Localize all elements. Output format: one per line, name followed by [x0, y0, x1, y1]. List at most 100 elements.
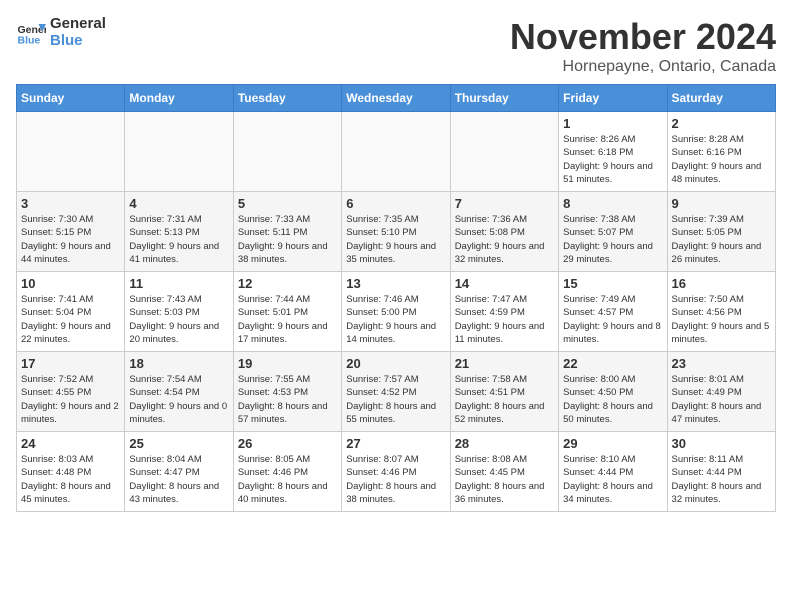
day-info: Sunrise: 7:33 AM Sunset: 5:11 PM Dayligh…	[238, 213, 337, 266]
calendar-cell: 3 Sunrise: 7:30 AM Sunset: 5:15 PM Daylig…	[17, 192, 125, 272]
calendar-cell: 23Sunrise: 8:01 AM Sunset: 4:49 PM Dayli…	[667, 352, 775, 432]
calendar-week-row: 3 Sunrise: 7:30 AM Sunset: 5:15 PM Daylig…	[17, 192, 776, 272]
location-title: Hornepayne, Ontario, Canada	[510, 58, 776, 76]
logo: General Blue General Blue	[16, 16, 106, 49]
weekday-header: Friday	[559, 85, 667, 112]
day-number: 14	[455, 276, 554, 291]
day-number: 22	[563, 356, 662, 371]
day-number: 29	[563, 436, 662, 451]
day-info: Sunrise: 7:44 AM Sunset: 5:01 PM Dayligh…	[238, 293, 337, 346]
calendar-week-row: 1 Sunrise: 8:26 AM Sunset: 6:18 PM Daylig…	[17, 112, 776, 192]
calendar-cell	[233, 112, 341, 192]
day-number: 1	[563, 116, 662, 131]
weekday-header: Tuesday	[233, 85, 341, 112]
day-info: Sunrise: 8:10 AM Sunset: 4:44 PM Dayligh…	[563, 453, 662, 506]
weekday-header: Sunday	[17, 85, 125, 112]
day-number: 27	[346, 436, 445, 451]
calendar-cell: 27 Sunrise: 8:07 AM Sunset: 4:46 PM Dayli…	[342, 432, 450, 512]
header: General Blue General Blue November 2024 …	[16, 16, 776, 76]
logo-line2: Blue	[50, 33, 106, 50]
calendar-cell: 7 Sunrise: 7:36 AM Sunset: 5:08 PM Daylig…	[450, 192, 558, 272]
weekday-header: Monday	[125, 85, 233, 112]
calendar-cell: 4 Sunrise: 7:31 AM Sunset: 5:13 PM Daylig…	[125, 192, 233, 272]
day-info: Sunrise: 7:38 AM Sunset: 5:07 PM Dayligh…	[563, 213, 662, 266]
calendar-body: 1 Sunrise: 8:26 AM Sunset: 6:18 PM Daylig…	[17, 112, 776, 512]
day-info: Sunrise: 8:03 AM Sunset: 4:48 PM Dayligh…	[21, 453, 120, 506]
day-number: 20	[346, 356, 445, 371]
day-number: 17	[21, 356, 120, 371]
day-info: Sunrise: 7:31 AM Sunset: 5:13 PM Dayligh…	[129, 213, 228, 266]
day-number: 23	[672, 356, 771, 371]
day-number: 10	[21, 276, 120, 291]
calendar-cell: 10 Sunrise: 7:41 AM Sunset: 5:04 PM Dayli…	[17, 272, 125, 352]
day-number: 13	[346, 276, 445, 291]
day-info: Sunrise: 8:26 AM Sunset: 6:18 PM Dayligh…	[563, 133, 662, 186]
calendar-week-row: 24 Sunrise: 8:03 AM Sunset: 4:48 PM Dayli…	[17, 432, 776, 512]
title-section: November 2024 Hornepayne, Ontario, Canad…	[510, 16, 776, 76]
calendar-cell: 30 Sunrise: 8:11 AM Sunset: 4:44 PM Dayli…	[667, 432, 775, 512]
day-info: Sunrise: 7:55 AM Sunset: 4:53 PM Dayligh…	[238, 373, 337, 426]
day-info: Sunrise: 8:00 AM Sunset: 4:50 PM Dayligh…	[563, 373, 662, 426]
day-number: 2	[672, 116, 771, 131]
day-info: Sunrise: 7:36 AM Sunset: 5:08 PM Dayligh…	[455, 213, 554, 266]
day-number: 24	[21, 436, 120, 451]
weekday-header: Wednesday	[342, 85, 450, 112]
calendar-cell: 29 Sunrise: 8:10 AM Sunset: 4:44 PM Dayli…	[559, 432, 667, 512]
logo-line1: General	[50, 16, 106, 33]
calendar-cell: 26 Sunrise: 8:05 AM Sunset: 4:46 PM Dayli…	[233, 432, 341, 512]
calendar-cell: 21Sunrise: 7:58 AM Sunset: 4:51 PM Dayli…	[450, 352, 558, 432]
day-number: 18	[129, 356, 228, 371]
day-info: Sunrise: 7:46 AM Sunset: 5:00 PM Dayligh…	[346, 293, 445, 346]
day-info: Sunrise: 7:41 AM Sunset: 5:04 PM Dayligh…	[21, 293, 120, 346]
day-number: 7	[455, 196, 554, 211]
calendar-week-row: 17 Sunrise: 7:52 AM Sunset: 4:55 PM Dayli…	[17, 352, 776, 432]
calendar-cell: 12 Sunrise: 7:44 AM Sunset: 5:01 PM Dayli…	[233, 272, 341, 352]
day-info: Sunrise: 8:11 AM Sunset: 4:44 PM Dayligh…	[672, 453, 771, 506]
calendar-cell: 18 Sunrise: 7:54 AM Sunset: 4:54 PM Dayli…	[125, 352, 233, 432]
day-number: 4	[129, 196, 228, 211]
weekday-header: Saturday	[667, 85, 775, 112]
day-info: Sunrise: 7:39 AM Sunset: 5:05 PM Dayligh…	[672, 213, 771, 266]
day-number: 9	[672, 196, 771, 211]
calendar-cell: 28Sunrise: 8:08 AM Sunset: 4:45 PM Dayli…	[450, 432, 558, 512]
calendar-cell: 17 Sunrise: 7:52 AM Sunset: 4:55 PM Dayli…	[17, 352, 125, 432]
day-info: Sunrise: 8:04 AM Sunset: 4:47 PM Dayligh…	[129, 453, 228, 506]
calendar-cell: 25Sunrise: 8:04 AM Sunset: 4:47 PM Dayli…	[125, 432, 233, 512]
day-number: 15	[563, 276, 662, 291]
day-number: 3	[21, 196, 120, 211]
calendar-cell: 16 Sunrise: 7:50 AM Sunset: 4:56 PM Dayli…	[667, 272, 775, 352]
day-number: 11	[129, 276, 228, 291]
day-number: 12	[238, 276, 337, 291]
calendar-cell: 8Sunrise: 7:38 AM Sunset: 5:07 PM Daylig…	[559, 192, 667, 272]
calendar-cell	[342, 112, 450, 192]
day-info: Sunrise: 8:05 AM Sunset: 4:46 PM Dayligh…	[238, 453, 337, 506]
calendar-cell	[17, 112, 125, 192]
day-info: Sunrise: 7:47 AM Sunset: 4:59 PM Dayligh…	[455, 293, 554, 346]
calendar-cell: 22 Sunrise: 8:00 AM Sunset: 4:50 PM Dayli…	[559, 352, 667, 432]
logo-icon: General Blue	[16, 18, 46, 48]
day-number: 5	[238, 196, 337, 211]
calendar-cell: 9 Sunrise: 7:39 AM Sunset: 5:05 PM Daylig…	[667, 192, 775, 272]
calendar-week-row: 10 Sunrise: 7:41 AM Sunset: 5:04 PM Dayli…	[17, 272, 776, 352]
day-info: Sunrise: 7:58 AM Sunset: 4:51 PM Dayligh…	[455, 373, 554, 426]
calendar-cell: 20Sunrise: 7:57 AM Sunset: 4:52 PM Dayli…	[342, 352, 450, 432]
day-number: 26	[238, 436, 337, 451]
day-info: Sunrise: 8:08 AM Sunset: 4:45 PM Dayligh…	[455, 453, 554, 506]
calendar-cell: 5 Sunrise: 7:33 AM Sunset: 5:11 PM Daylig…	[233, 192, 341, 272]
day-info: Sunrise: 7:30 AM Sunset: 5:15 PM Dayligh…	[21, 213, 120, 266]
day-info: Sunrise: 8:28 AM Sunset: 6:16 PM Dayligh…	[672, 133, 771, 186]
calendar-cell: 11Sunrise: 7:43 AM Sunset: 5:03 PM Dayli…	[125, 272, 233, 352]
month-title: November 2024	[510, 16, 776, 58]
calendar-cell: 6Sunrise: 7:35 AM Sunset: 5:10 PM Daylig…	[342, 192, 450, 272]
calendar-table: SundayMondayTuesdayWednesdayThursdayFrid…	[16, 84, 776, 512]
svg-text:Blue: Blue	[18, 34, 41, 46]
calendar-cell: 2 Sunrise: 8:28 AM Sunset: 6:16 PM Daylig…	[667, 112, 775, 192]
day-info: Sunrise: 7:52 AM Sunset: 4:55 PM Dayligh…	[21, 373, 120, 426]
day-number: 30	[672, 436, 771, 451]
day-info: Sunrise: 8:07 AM Sunset: 4:46 PM Dayligh…	[346, 453, 445, 506]
calendar-cell: 13 Sunrise: 7:46 AM Sunset: 5:00 PM Dayli…	[342, 272, 450, 352]
day-number: 16	[672, 276, 771, 291]
day-info: Sunrise: 7:54 AM Sunset: 4:54 PM Dayligh…	[129, 373, 228, 426]
day-number: 6	[346, 196, 445, 211]
day-info: Sunrise: 7:50 AM Sunset: 4:56 PM Dayligh…	[672, 293, 771, 346]
